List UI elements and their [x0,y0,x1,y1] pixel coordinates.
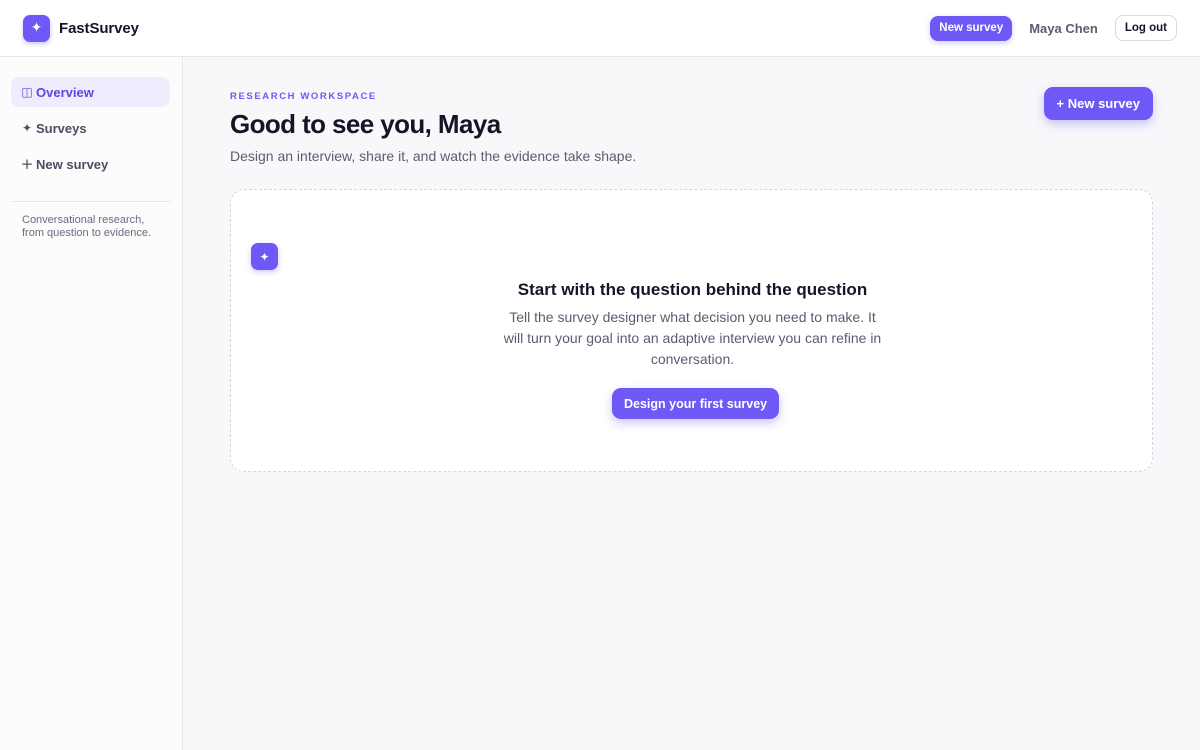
sidebar-item-overview[interactable]: ◫ Overview [11,77,170,107]
logout-button[interactable]: Log out [1114,15,1177,41]
design-first-survey-button[interactable]: Design your first survey [612,388,780,419]
page-title: Good to see you, Maya [230,109,501,139]
sidebar-item-label: New survey [36,156,109,172]
sparkle-icon: ✦ [251,243,278,270]
page-subtitle: Design an interview, share it, and watch… [230,148,637,164]
header-actions: New survey Maya Chen Log out [930,15,1177,41]
sidebar-item-new-survey[interactable]: + New survey [11,149,170,179]
user-name: Maya Chen [1029,20,1098,36]
columns-icon: ◫ [21,85,33,99]
empty-state-description: Tell the survey designer what decision y… [503,309,882,367]
sidebar: ◫ Overview ✦ Surveys + New survey Conver… [0,57,183,750]
sparkle-icon: ✦ [21,121,33,135]
new-survey-button[interactable]: + New survey [1043,87,1153,120]
sidebar-item-surveys[interactable]: ✦ Surveys [11,113,170,143]
app-name: FastSurvey [59,19,139,37]
section-eyebrow: RESEARCH WORKSPACE [230,91,377,102]
empty-state-title: Start with the question behind the quest… [517,280,868,299]
empty-state-card: ✦ Start with the question behind the que… [230,189,1153,472]
sidebar-divider [11,201,170,202]
brand[interactable]: ✦ FastSurvey [23,14,139,42]
logo-sparkle-icon: ✦ [23,14,50,42]
header-new-survey-button[interactable]: New survey [930,15,1013,41]
sidebar-item-label: Overview [36,84,94,100]
plus-icon: + [20,155,34,173]
sidebar-tagline: Conversational research, from question t… [22,214,152,239]
sidebar-item-label: Surveys [36,120,87,136]
top-bar: ✦ FastSurvey New survey Maya Chen Log ou… [0,0,1200,57]
